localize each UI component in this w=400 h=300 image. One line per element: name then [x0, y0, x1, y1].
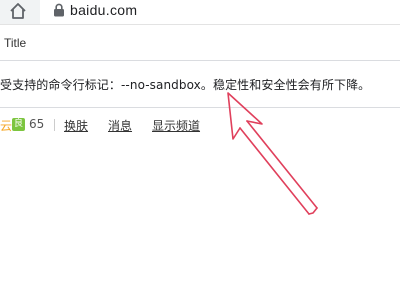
page-nav-row: 云 良 65 换肤 消息 显示频道	[0, 115, 400, 135]
bookmark-item-title[interactable]: Title	[4, 36, 26, 50]
show-channels-link[interactable]: 显示频道	[152, 117, 200, 134]
bookmarks-bar: Title	[0, 26, 400, 60]
address-bar[interactable]: baidu.com	[40, 0, 400, 24]
divider	[54, 119, 55, 131]
url-text[interactable]: baidu.com	[70, 2, 137, 18]
lock-icon[interactable]	[53, 3, 65, 17]
aqi-value: 65	[29, 117, 45, 131]
home-icon[interactable]	[8, 2, 28, 20]
messages-link[interactable]: 消息	[108, 117, 132, 134]
aqi-badge: 良	[12, 118, 25, 131]
arrow-shape	[227, 92, 318, 215]
warning-infobar: 受支持的命令行标记：--no-sandbox。稳定性和安全性会有所下降。	[0, 60, 400, 108]
weather-text[interactable]: 云	[0, 117, 12, 134]
browser-toolbar: baidu.com	[0, 0, 400, 25]
skin-link[interactable]: 换肤	[64, 117, 88, 134]
infobar-message: 受支持的命令行标记：--no-sandbox。稳定性和安全性会有所下降。	[0, 78, 371, 92]
